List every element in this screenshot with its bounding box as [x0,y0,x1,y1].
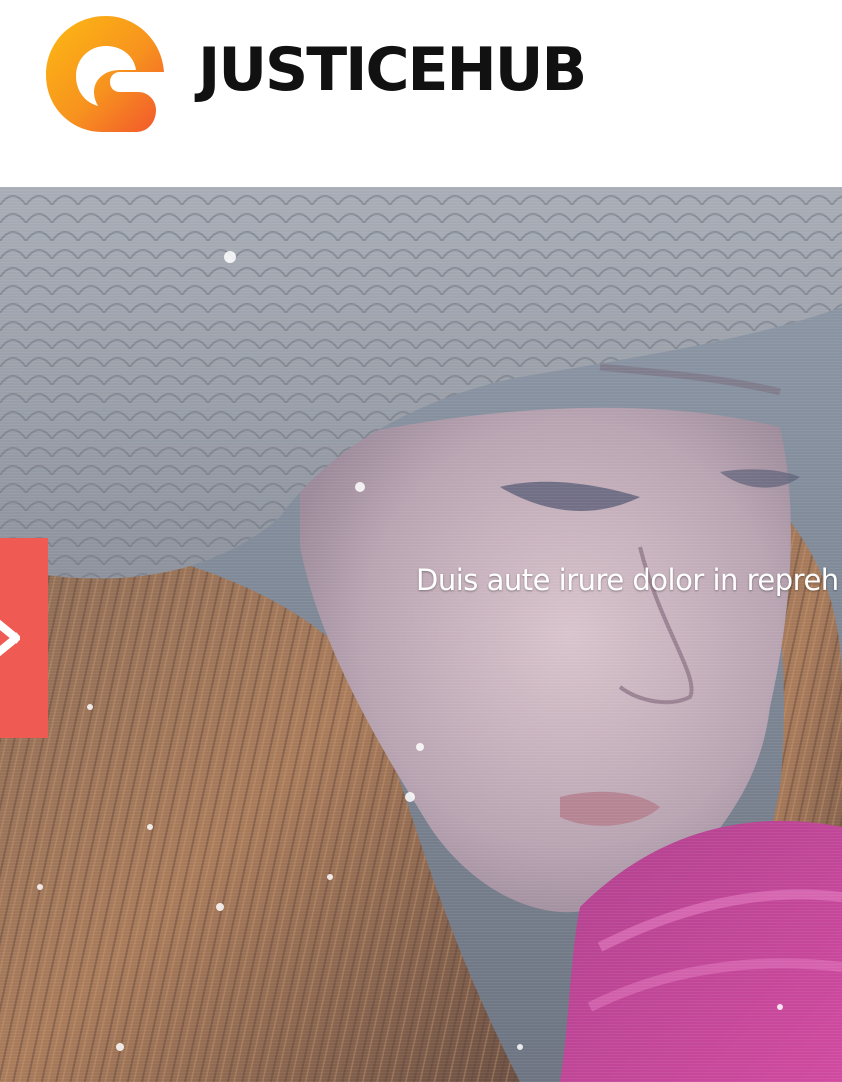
site-header: JUSTICEHUB [0,0,842,187]
close-icon[interactable] [0,616,20,660]
hero-slider: Duis aute irure dolor in repreh [0,187,842,1082]
brand-logo-icon[interactable] [44,12,168,136]
hero-caption: Duis aute irure dolor in repreh [416,563,839,597]
hero-photo [0,187,842,1082]
slider-close-tab[interactable] [0,538,48,738]
brand-name[interactable]: JUSTICEHUB [198,30,587,110]
